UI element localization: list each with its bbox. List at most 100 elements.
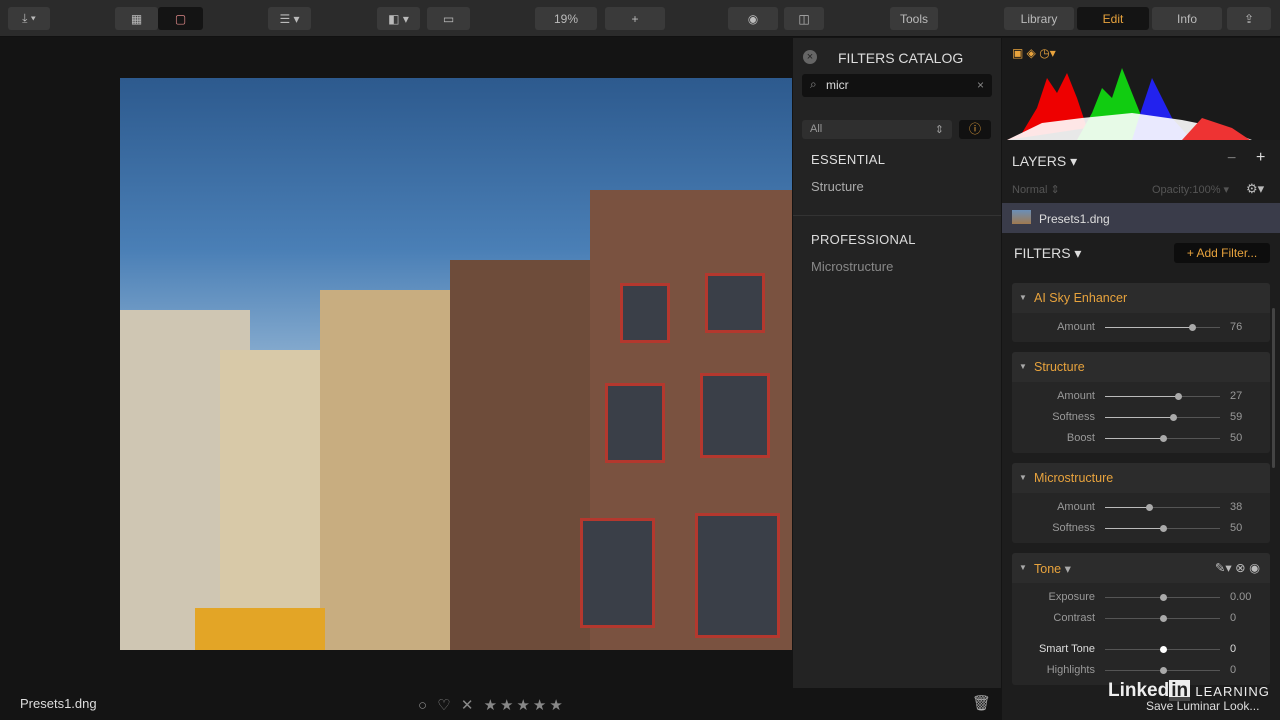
brush-icon: ✎▾ xyxy=(1214,561,1232,575)
filmstrip-icon[interactable]: ▭ xyxy=(427,7,470,30)
filter-ai-sky-enhancer: ▼ AI Sky Enhancer Amount 76 xyxy=(1012,283,1270,342)
histogram-graph xyxy=(1007,68,1252,140)
photo-canvas[interactable] xyxy=(120,78,792,650)
updown-icon: ⇕ xyxy=(934,124,944,136)
param-row: Amount 76 xyxy=(1012,317,1270,338)
clear-icon[interactable]: × xyxy=(977,78,984,92)
add-layer-icon[interactable]: + xyxy=(1256,149,1265,167)
share-icon[interactable]: ⇪ xyxy=(1227,7,1271,30)
collapse-icon[interactable]: ▼ xyxy=(1019,362,1027,371)
sort-icon[interactable]: ☰ ▾ xyxy=(268,7,311,30)
add-filter-button[interactable]: + Add Filter... xyxy=(1174,243,1270,263)
param-row: Amount 27 xyxy=(1012,386,1270,407)
filters-catalog-panel: × FILTERS CATALOG ⌕ micr × All ⇕ ⓘ ESSENTIA… xyxy=(793,38,1001,688)
slider-knob[interactable] xyxy=(1189,324,1197,331)
filter-header[interactable]: ▼ AI Sky Enhancer xyxy=(1012,283,1270,313)
param-value: 50 xyxy=(1230,432,1243,444)
slider-fill xyxy=(1105,438,1163,439)
tab-edit[interactable]: Edit xyxy=(1077,7,1149,30)
reset-icon: ⊗ xyxy=(1235,561,1246,575)
compare-icon[interactable]: ◫ xyxy=(784,7,824,30)
opacity-select[interactable]: Opacity:100% ▾ xyxy=(1152,183,1229,196)
category-select[interactable]: All ⇕ xyxy=(802,120,952,139)
window xyxy=(580,518,655,628)
filters-title[interactable]: FILTERS ▾ xyxy=(1014,245,1081,262)
param-label: Softness xyxy=(1052,522,1095,534)
grid-view-icon[interactable]: ▦ xyxy=(115,7,158,30)
remove-layer-icon[interactable]: − xyxy=(1227,150,1236,168)
filename-label: Presets1.dng xyxy=(20,696,97,711)
visibility-eye-icon: ◉ xyxy=(1249,561,1260,575)
slider-knob[interactable] xyxy=(1145,504,1153,511)
filter-name: Structure xyxy=(1034,360,1085,374)
filter-header[interactable]: ▼ Microstructure xyxy=(1012,463,1270,493)
rating-stars[interactable]: ○ ♡ ✕ ★★★★★ xyxy=(418,696,566,714)
param-value: 0 xyxy=(1230,612,1237,624)
slider-fill xyxy=(1105,396,1179,397)
tools-menu[interactable]: Tools xyxy=(890,7,938,30)
slider-knob[interactable] xyxy=(1159,594,1167,601)
window xyxy=(605,383,665,463)
catalog-item-microstructure[interactable]: Microstructure xyxy=(811,259,893,274)
preview-eye-icon[interactable]: ◉ xyxy=(728,7,778,30)
section-essential: ESSENTIAL xyxy=(811,152,886,167)
zoom-select[interactable]: 19% xyxy=(535,7,597,30)
scrollbar[interactable] xyxy=(1272,308,1275,468)
slider-knob[interactable] xyxy=(1159,525,1167,532)
filter-structure: ▼ Structure Amount 27 Softness 59 Boost 50 xyxy=(1012,352,1270,453)
slider-fill xyxy=(1105,507,1149,508)
slider-fill xyxy=(1105,528,1163,529)
category-value: All xyxy=(810,123,823,135)
slider-knob[interactable] xyxy=(1159,646,1167,653)
divider xyxy=(793,215,1001,216)
blend-mode-select[interactable]: Normal ⇕ xyxy=(1012,183,1060,196)
param-value: 0 xyxy=(1230,664,1237,676)
layer-name: Presets1.dng xyxy=(1039,212,1110,226)
trash-icon[interactable]: 🗑 xyxy=(972,694,991,712)
zoom-in-button[interactable]: + xyxy=(605,7,665,30)
gear-icon[interactable]: ⚙▾ xyxy=(1246,181,1264,197)
slider-knob[interactable] xyxy=(1159,435,1167,442)
param-label: Boost xyxy=(1066,432,1095,444)
slider-knob[interactable] xyxy=(1169,414,1177,421)
catalog-item-structure[interactable]: Structure xyxy=(811,179,864,194)
window xyxy=(700,373,770,458)
param-label: Exposure xyxy=(1048,591,1095,603)
filter-tone: ▼ Tone ▾ ✎▾ ⊗ ◉ Exposure 0.00 Contrast 0 Smart … xyxy=(1012,553,1270,685)
window xyxy=(695,513,780,638)
param-value: 0 xyxy=(1230,643,1237,655)
close-icon[interactable]: × xyxy=(803,50,817,64)
slider-fill xyxy=(1105,327,1193,328)
search-value: micr xyxy=(826,78,849,92)
param-value: 59 xyxy=(1230,411,1243,423)
param-row: Softness 59 xyxy=(1012,407,1270,428)
collapse-icon[interactable]: ▼ xyxy=(1019,473,1027,482)
collapse-icon[interactable]: ▼ xyxy=(1019,293,1027,302)
param-label: Highlights xyxy=(1046,664,1095,676)
layers-title[interactable]: LAYERS ▾ xyxy=(1012,153,1077,170)
single-view-icon[interactable]: ▢ xyxy=(158,7,203,30)
filter-name: AI Sky Enhancer xyxy=(1034,291,1128,305)
param-row: Softness 50 xyxy=(1012,518,1270,539)
save-look-button[interactable]: Save Luminar Look... xyxy=(1140,697,1266,715)
filter-header[interactable]: ▼ Structure xyxy=(1012,352,1270,382)
slider-knob[interactable] xyxy=(1159,615,1167,622)
collapse-icon[interactable]: ▼ xyxy=(1019,563,1027,572)
filter-name: Microstructure xyxy=(1034,471,1114,485)
filter-actions[interactable]: ✎▾ ⊗ ◉ xyxy=(1215,560,1260,575)
filter-header[interactable]: ▼ Tone ▾ ✎▾ ⊗ ◉ xyxy=(1012,553,1270,583)
import-icon[interactable]: ⤓ ▾ xyxy=(8,7,50,30)
slider-knob[interactable] xyxy=(1159,667,1167,674)
filter-name: Tone xyxy=(1034,562,1062,576)
tab-library[interactable]: Library xyxy=(1004,7,1074,30)
search-input[interactable]: ⌕ micr × xyxy=(802,74,992,97)
param-label: Amount xyxy=(1057,321,1095,333)
info-icon[interactable]: ⓘ xyxy=(959,120,991,139)
param-label: Softness xyxy=(1052,411,1095,423)
slider-knob[interactable] xyxy=(1175,393,1183,400)
param-label: Smart Tone xyxy=(1038,643,1095,655)
tab-info[interactable]: Info xyxy=(1152,7,1222,30)
layer-row[interactable]: Presets1.dng xyxy=(1002,203,1280,233)
top-toolbar: ⤓ ▾ ▦ ▢ ☰ ▾ ◧ ▾ ▭ 19% + ◉ ◫ Tools Librar… xyxy=(0,0,1280,37)
sidebar-toggle-icon[interactable]: ◧ ▾ xyxy=(377,7,420,30)
